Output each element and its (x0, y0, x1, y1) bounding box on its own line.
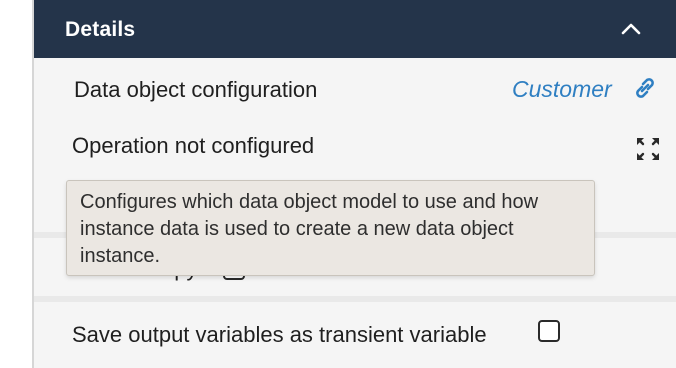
expand-icon[interactable] (634, 135, 662, 163)
save-output-row: Save output variables as transient varia… (34, 304, 676, 368)
save-output-label: Save output variables as transient varia… (72, 322, 487, 347)
customer-link[interactable]: Customer (512, 76, 612, 103)
link-icon[interactable] (629, 74, 661, 102)
chevron-up-icon[interactable] (618, 18, 644, 40)
operation-row: Operation not configured (34, 118, 676, 172)
save-output-checkbox[interactable] (538, 320, 560, 342)
data-object-configuration-row: Data object configuration Customer (34, 60, 676, 118)
tooltip: Configures which data object model to us… (66, 180, 595, 276)
section-divider (34, 296, 676, 302)
details-title: Details (65, 18, 136, 41)
data-object-configuration-label: Data object configuration (74, 77, 318, 102)
details-header[interactable]: Details (34, 0, 676, 58)
operation-status-label: Operation not configured (72, 133, 315, 158)
